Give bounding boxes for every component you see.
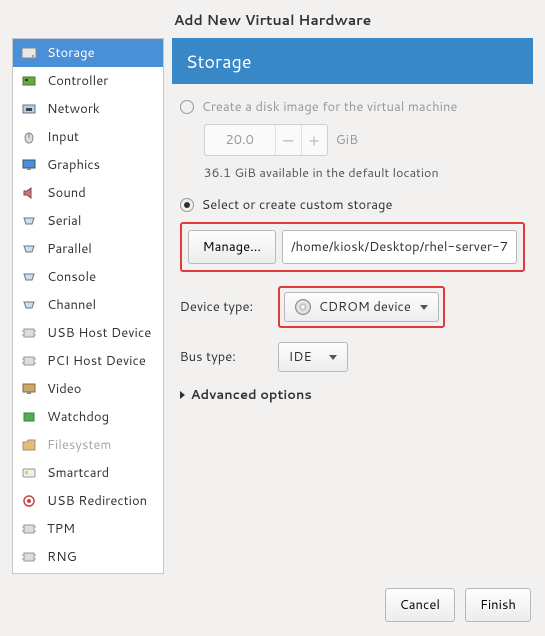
sidebar-item-label: Storage <box>47 44 95 62</box>
sidebar-item-smartcard[interactable]: Smartcard <box>13 459 163 487</box>
bus-type-value: IDE <box>289 348 312 366</box>
usb-redirection-icon <box>21 493 39 509</box>
sidebar-item-label: Console <box>47 268 96 286</box>
storage-path-input[interactable]: /home/kiosk/Desktop/rhel-server-7 <box>282 230 517 264</box>
available-space-text: 36.1 GiB available in the default locati… <box>204 164 525 182</box>
graphics-icon <box>21 157 39 173</box>
size-input <box>205 125 275 155</box>
sidebar-item-label: Video <box>47 380 81 398</box>
sidebar-item-filesystem[interactable]: Filesystem <box>13 431 163 459</box>
serial-icon <box>21 213 39 229</box>
chevron-down-icon <box>329 355 337 360</box>
sidebar-item-graphics[interactable]: Graphics <box>13 151 163 179</box>
smartcard-icon <box>21 465 39 481</box>
sidebar-item-label: Serial <box>47 212 81 230</box>
hardware-sidebar: Storage Controller Network Input Graphics Sou… <box>12 38 164 574</box>
sidebar-item-label: Sound <box>47 184 86 202</box>
disk-size-row: − + GiB <box>204 124 525 156</box>
device-type-value: CDROM device <box>319 298 411 316</box>
minus-button: − <box>275 125 301 155</box>
sidebar-item-label: Watchdog <box>47 408 109 426</box>
device-type-highlight: CDROM device <box>278 286 445 328</box>
sidebar-item-label: PCI Host Device <box>47 352 146 370</box>
tpm-icon <box>21 521 39 537</box>
parallel-icon <box>21 241 39 257</box>
rng-icon <box>21 549 39 565</box>
chevron-right-icon <box>180 391 185 399</box>
sidebar-item-label: RNG <box>47 548 77 566</box>
cancel-button[interactable]: Cancel <box>385 588 455 622</box>
sidebar-item-controller[interactable]: Controller <box>13 67 163 95</box>
sidebar-item-console[interactable]: Console <box>13 263 163 291</box>
controller-icon <box>21 73 39 89</box>
usb-host-device-icon <box>21 325 39 341</box>
advanced-options-label: Advanced options <box>191 386 312 404</box>
sidebar-item-label: Smartcard <box>47 464 109 482</box>
radio-create-disk[interactable]: Create a disk image for the virtual mach… <box>180 98 525 116</box>
bus-type-label: Bus type: <box>180 348 268 366</box>
sidebar-item-video[interactable]: Video <box>13 375 163 403</box>
pci-host-device-icon <box>21 353 39 369</box>
storage-path-row: Manage... /home/kiosk/Desktop/rhel-serve… <box>180 222 525 272</box>
sidebar-item-rng[interactable]: RNG <box>13 543 163 571</box>
watchdog-icon <box>21 409 39 425</box>
form-area: Create a disk image for the virtual mach… <box>172 84 533 574</box>
console-icon <box>21 269 39 285</box>
sound-icon <box>21 185 39 201</box>
sidebar-item-channel[interactable]: Channel <box>13 291 163 319</box>
panel-header: Storage <box>172 38 533 84</box>
sidebar-item-label: Channel <box>47 296 96 314</box>
content-area: Storage Controller Network Input Graphics Sou… <box>0 38 545 574</box>
dialog-footer: Cancel Finish <box>0 574 545 636</box>
sidebar-item-label: Controller <box>47 72 108 90</box>
device-type-combo[interactable]: CDROM device <box>284 292 439 322</box>
device-type-row: Device type: CDROM device <box>180 286 525 328</box>
sidebar-item-serial[interactable]: Serial <box>13 207 163 235</box>
size-unit: GiB <box>336 131 358 149</box>
advanced-options-expander[interactable]: Advanced options <box>180 386 525 404</box>
sidebar-item-sound[interactable]: Sound <box>13 179 163 207</box>
size-spinner: − + <box>204 124 328 156</box>
sidebar-item-tpm[interactable]: TPM <box>13 515 163 543</box>
network-icon <box>21 101 39 117</box>
sidebar-item-label: USB Redirection <box>47 492 147 510</box>
bus-type-row: Bus type: IDE <box>180 342 525 372</box>
plus-button: + <box>301 125 327 155</box>
channel-icon <box>21 297 39 313</box>
input-icon <box>21 129 39 145</box>
device-type-label: Device type: <box>180 298 268 316</box>
sidebar-item-parallel[interactable]: Parallel <box>13 235 163 263</box>
main-panel: Storage Create a disk image for the virt… <box>164 38 533 574</box>
cdrom-icon <box>295 299 311 315</box>
video-icon <box>21 381 39 397</box>
manage-button[interactable]: Manage... <box>188 230 276 264</box>
radio-custom-storage[interactable]: Select or create custom storage <box>180 196 525 214</box>
chevron-down-icon <box>420 305 428 310</box>
sidebar-item-label: TPM <box>47 520 75 538</box>
sidebar-item-label: USB Host Device <box>47 324 151 342</box>
finish-button[interactable]: Finish <box>465 588 531 622</box>
sidebar-item-watchdog[interactable]: Watchdog <box>13 403 163 431</box>
window-title: Add New Virtual Hardware <box>0 0 545 38</box>
bus-type-combo[interactable]: IDE <box>278 342 348 372</box>
storage-icon <box>21 45 39 61</box>
sidebar-item-network[interactable]: Network <box>13 95 163 123</box>
sidebar-item-usb-redirection[interactable]: USB Redirection <box>13 487 163 515</box>
sidebar-item-label: Network <box>47 100 100 118</box>
sidebar-item-pci-host-device[interactable]: PCI Host Device <box>13 347 163 375</box>
sidebar-item-storage[interactable]: Storage <box>13 39 163 67</box>
sidebar-item-label: Input <box>47 128 79 146</box>
filesystem-icon <box>21 437 39 453</box>
sidebar-item-label: Parallel <box>47 240 92 258</box>
radio-icon <box>180 100 194 114</box>
sidebar-item-label: Filesystem <box>47 436 111 454</box>
sidebar-item-input[interactable]: Input <box>13 123 163 151</box>
sidebar-item-usb-host-device[interactable]: USB Host Device <box>13 319 163 347</box>
radio-custom-label: Select or create custom storage <box>202 196 393 214</box>
radio-icon <box>180 198 194 212</box>
sidebar-item-label: Graphics <box>47 156 100 174</box>
radio-create-label: Create a disk image for the virtual mach… <box>202 98 458 116</box>
